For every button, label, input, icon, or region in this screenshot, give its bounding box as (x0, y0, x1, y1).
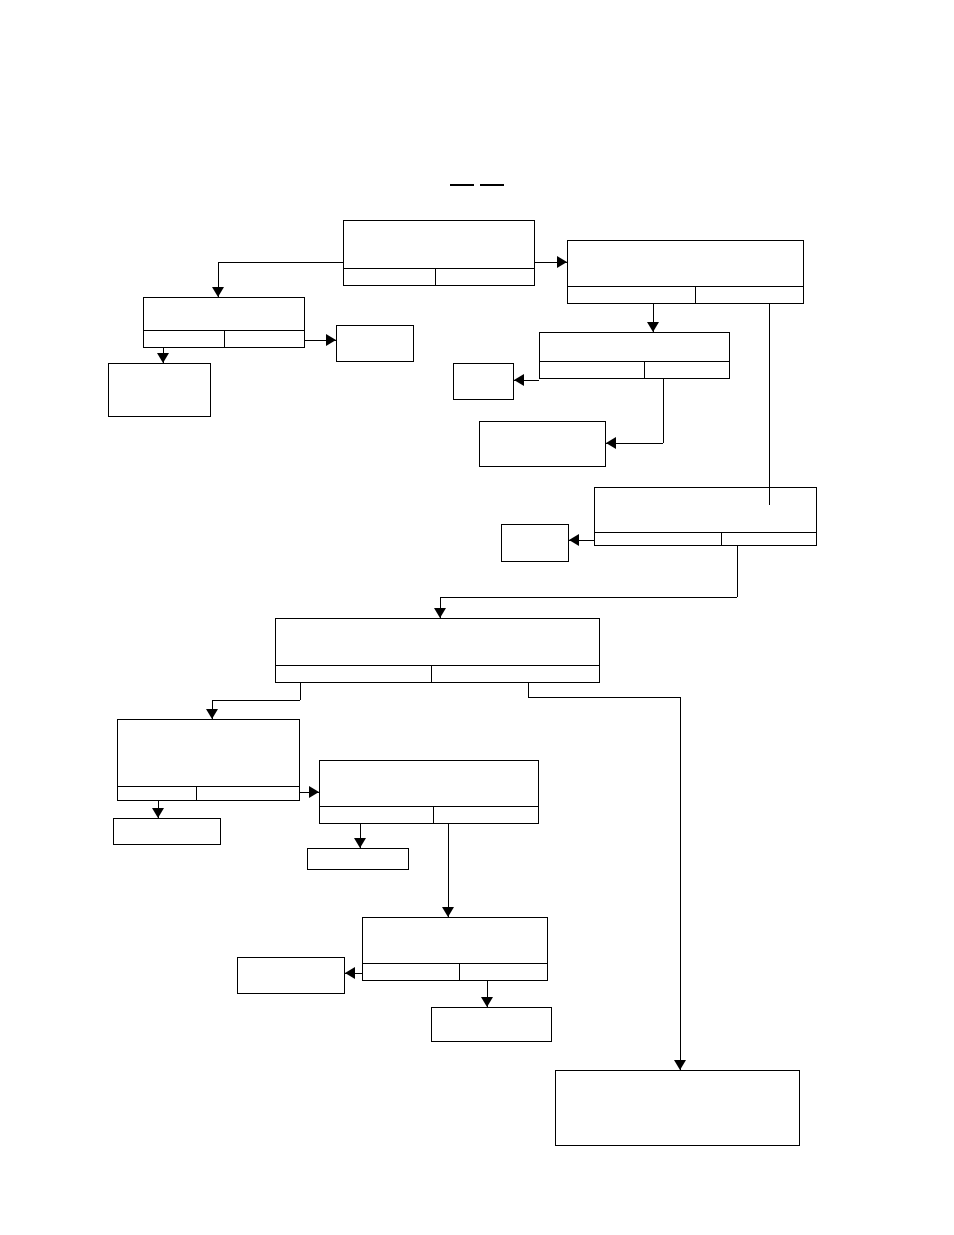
arrow (557, 256, 567, 268)
node-small_left_of_sub2 (453, 363, 514, 400)
node-small_lower_mid_bottom (431, 1007, 552, 1042)
node-lower_right-vsplit (721, 532, 722, 546)
node-lower_mid-vsplit (459, 963, 460, 981)
node-mid_right-hsplit (319, 806, 539, 807)
node-sub1_right_big-hsplit (567, 286, 804, 287)
node-lower_right (594, 487, 817, 546)
node-small_right_of_sub1left (336, 325, 414, 362)
arrow (606, 437, 616, 449)
node-sub1_right_big (567, 240, 804, 304)
arrow (309, 786, 319, 798)
node-sub1_left-vsplit (224, 330, 225, 348)
node-small_mid_left_child (113, 818, 221, 845)
node-small_lower_left (501, 524, 569, 562)
node-big_mid (275, 618, 600, 683)
node-mid_left (117, 719, 300, 801)
node-sub1_right_big-vsplit (695, 286, 696, 304)
arrow (674, 1060, 686, 1070)
arrow (481, 997, 493, 1007)
node-big_mid-hsplit (275, 665, 600, 666)
node-lower_right-hsplit (594, 532, 817, 533)
node-mid_left-hsplit (117, 786, 300, 787)
node-big_mid-vsplit (431, 665, 432, 683)
node-mid_right (319, 760, 539, 824)
flowchart-canvas (0, 0, 954, 1235)
node-mid_left-vsplit (196, 786, 197, 801)
arrow (326, 334, 336, 346)
node-root-vsplit (435, 268, 436, 286)
arrow (157, 353, 169, 363)
arrow (212, 287, 224, 297)
arrow (345, 967, 355, 979)
node-small_right_child (479, 421, 606, 467)
node-root (343, 220, 535, 286)
arrow (206, 709, 218, 719)
node-sub2_right (539, 332, 730, 379)
arrow (354, 838, 366, 848)
node-mid_right-vsplit (433, 806, 434, 824)
arrow (569, 534, 579, 546)
node-root-hsplit (343, 268, 535, 269)
arrow (647, 322, 659, 332)
title-dashes (0, 176, 954, 194)
node-sub2_right-vsplit (644, 361, 645, 379)
arrow (152, 808, 164, 818)
node-small_mid_right_child (307, 848, 409, 870)
arrow (434, 608, 446, 618)
arrow (514, 374, 524, 386)
node-lower_mid (362, 917, 548, 981)
node-small_lower_mid_left (237, 957, 345, 994)
arrow (442, 907, 454, 917)
node-sub2_right-hsplit (539, 361, 730, 362)
node-bottom_big (555, 1070, 800, 1146)
node-lower_mid-hsplit (362, 963, 548, 964)
node-small_left_child (108, 363, 211, 417)
